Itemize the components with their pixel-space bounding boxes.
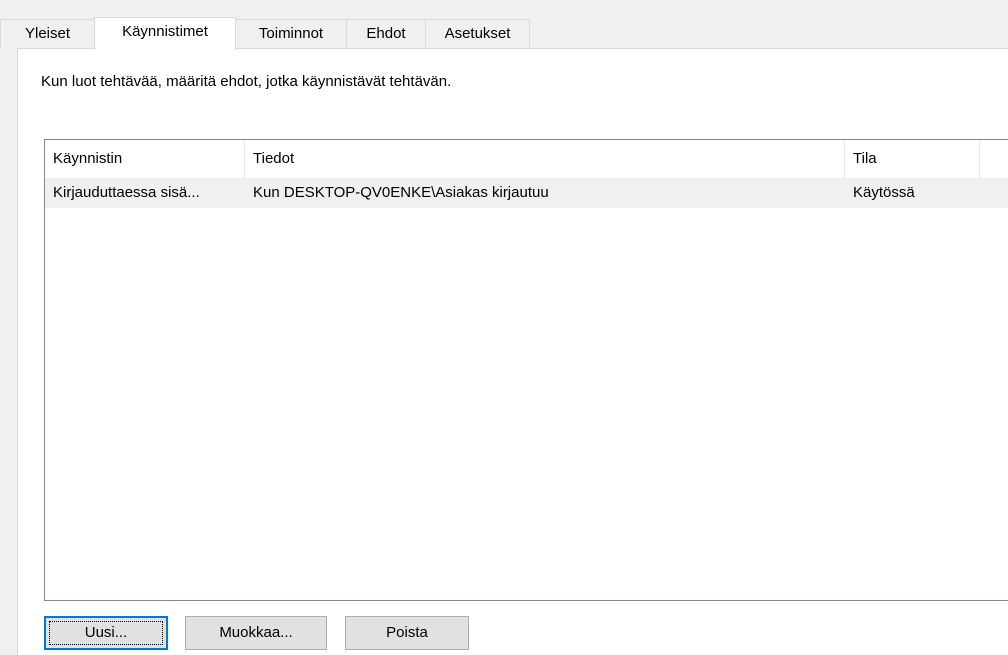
tab-triggers[interactable]: Käynnistimet <box>94 17 236 50</box>
list-header: Käynnistin Tiedot Tila <box>45 140 1008 178</box>
task-properties-dialog: Yleiset Käynnistimet Toiminnot Ehdot Ase… <box>0 0 1008 655</box>
edit-trigger-button[interactable]: Muokkaa... <box>185 616 327 650</box>
tab-general[interactable]: Yleiset <box>0 19 95 48</box>
tab-actions[interactable]: Toiminnot <box>235 19 347 48</box>
new-trigger-button-label: Uusi... <box>84 624 128 641</box>
column-header-status[interactable]: Tila <box>845 140 980 178</box>
column-header-trigger[interactable]: Käynnistin <box>45 140 245 178</box>
edit-trigger-button-label: Muokkaa... <box>219 624 293 641</box>
delete-trigger-button-label: Poista <box>386 624 428 641</box>
tab-strip: Yleiset Käynnistimet Toiminnot Ehdot Ase… <box>0 17 1008 50</box>
column-header-details[interactable]: Tiedot <box>245 140 845 178</box>
tab-conditions[interactable]: Ehdot <box>346 19 426 48</box>
tab-settings[interactable]: Asetukset <box>425 19 530 48</box>
table-row[interactable]: Kirjauduttaessa sisä... Kun DESKTOP-QV0E… <box>45 178 1008 208</box>
triggers-list[interactable]: Käynnistin Tiedot Tila Kirjauduttaessa s… <box>44 139 1008 601</box>
row-details-cell: Kun DESKTOP-QV0ENKE\Asiakas kirjautuu <box>253 184 549 201</box>
new-trigger-button[interactable]: Uusi... <box>44 616 168 650</box>
row-status-cell: Käytössä <box>853 184 915 201</box>
triggers-description: Kun luot tehtävää, määritä ehdot, jotka … <box>41 73 452 90</box>
row-trigger-cell: Kirjauduttaessa sisä... <box>53 184 200 201</box>
delete-trigger-button[interactable]: Poista <box>345 616 469 650</box>
